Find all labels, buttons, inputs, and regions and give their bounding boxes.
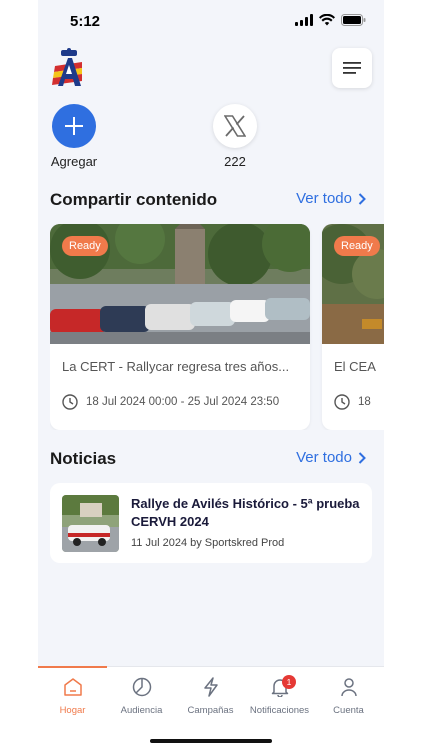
x-account-action[interactable]: 222: [200, 104, 270, 169]
news-section-title: Noticias: [50, 449, 117, 468]
share-card[interactable]: Ready El CEA 18: [322, 224, 384, 430]
home-indicator: [150, 739, 272, 743]
news-meta: 11 Jul 2024 by Sportskred Prod: [131, 537, 285, 549]
tab-audience[interactable]: Audiencia: [107, 677, 176, 716]
share-section-title: Compartir contenido: [50, 190, 218, 209]
x-account-button[interactable]: [213, 104, 257, 148]
notification-count-badge: 1: [282, 675, 296, 689]
tab-campaigns-label: Campañas: [187, 705, 234, 716]
user-icon: [340, 678, 357, 697]
lightning-icon: [203, 677, 218, 697]
add-button[interactable]: [52, 104, 96, 148]
tab-account[interactable]: Cuenta: [314, 677, 383, 716]
share-card[interactable]: Ready La CERT - Rallycar regresa tres añ…: [50, 224, 310, 430]
status-time: 5:12: [70, 13, 101, 30]
news-thumbnail: [62, 495, 119, 552]
card-title: La CERT - Rallycar regresa tres años...: [62, 359, 290, 374]
status-icons: [295, 14, 366, 26]
active-tab-indicator: [38, 666, 107, 668]
share-see-all-link[interactable]: Ver todo: [296, 190, 366, 207]
app-header: [38, 44, 384, 94]
news-see-all-link[interactable]: Ver todo: [296, 449, 366, 466]
card-dates: 18 Jul 2024 00:00 - 25 Jul 2024 23:50: [62, 394, 279, 410]
pie-chart-icon: [132, 677, 151, 697]
chevron-right-icon: [358, 192, 366, 205]
ready-badge: Ready: [334, 236, 380, 256]
news-title: Rallye de Avilés Histórico - 5ª prueba C…: [131, 496, 360, 529]
tab-notifications[interactable]: 1 Notificaciones: [245, 675, 314, 716]
menu-button[interactable]: [332, 48, 372, 88]
home-icon: [63, 678, 82, 696]
chevron-right-icon: [358, 451, 366, 464]
clock-icon: [334, 394, 350, 410]
card-dates: 18: [334, 394, 371, 410]
tab-notifications-label: Notificaciones: [249, 705, 310, 716]
ready-badge: Ready: [62, 236, 108, 256]
news-item[interactable]: Rallye de Avilés Histórico - 5ª prueba C…: [50, 483, 372, 563]
hamburger-icon: [343, 62, 361, 74]
card-date-range: 18: [358, 396, 371, 408]
news-see-all-label: Ver todo: [296, 449, 352, 466]
x-logo-icon: [224, 115, 246, 137]
x-account-count: 222: [224, 154, 246, 169]
tab-campaigns[interactable]: Campañas: [176, 677, 245, 716]
status-bar: 5:12: [38, 0, 384, 44]
card-image: Ready: [50, 224, 310, 344]
tab-account-label: Cuenta: [333, 705, 364, 716]
add-label: Agregar: [50, 154, 98, 169]
share-carousel[interactable]: Ready La CERT - Rallycar regresa tres añ…: [50, 224, 384, 430]
share-see-all-label: Ver todo: [296, 190, 352, 207]
add-action[interactable]: Agregar: [39, 104, 109, 169]
tab-home[interactable]: Hogar: [38, 677, 107, 716]
app-logo: [52, 48, 82, 86]
wifi-icon: [319, 14, 335, 26]
app-screen: 5:12 Agregar 222 Compartir contenido Ver…: [38, 0, 384, 750]
tab-home-label: Hogar: [59, 705, 86, 716]
card-title: El CEA: [334, 359, 376, 374]
clock-icon: [62, 394, 78, 410]
battery-icon: [341, 14, 366, 26]
card-image: Ready: [322, 224, 384, 344]
tab-audience-label: Audiencia: [120, 705, 163, 716]
plus-icon: [65, 117, 83, 135]
card-date-range: 18 Jul 2024 00:00 - 25 Jul 2024 23:50: [86, 396, 280, 408]
bottom-tab-bar: Hogar Audiencia Campañas 1 Notificacione…: [38, 666, 384, 750]
signal-icon: [295, 14, 313, 26]
